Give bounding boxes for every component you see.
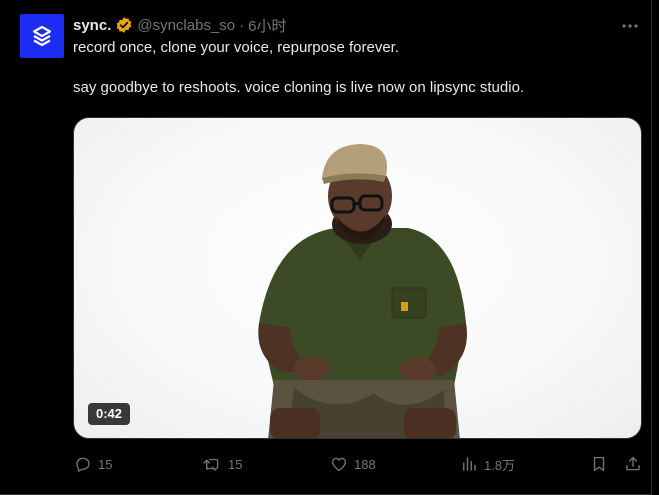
tweet-header: sync. @synclabs_so · 6小时 [73, 15, 286, 35]
author-name[interactable]: sync. [73, 17, 111, 34]
avatar[interactable] [20, 14, 64, 58]
tweet-actions: 15 15 188 1.8万 [74, 452, 644, 476]
views-chart-icon [463, 457, 476, 471]
sync-logo-icon [32, 25, 52, 47]
reply-count: 15 [98, 456, 113, 472]
separator-dot: · [239, 16, 245, 34]
share-icon [626, 456, 640, 471]
tweet-card[interactable]: sync. @synclabs_so · 6小时 record once, cl… [0, 0, 652, 495]
bookmark-icon [593, 456, 605, 472]
tweet-text-line: say goodbye to reshoots. voice cloning i… [73, 79, 525, 96]
tweet-text-line: record once, clone your voice, repurpose… [73, 39, 400, 56]
author-handle[interactable]: @synclabs_so [137, 17, 235, 34]
reply-icon [76, 457, 90, 472]
like-button[interactable]: 188 [330, 452, 376, 476]
repost-button[interactable]: 15 [202, 452, 242, 476]
timestamp[interactable]: 6小时 [248, 15, 286, 36]
views-count: 1.8万 [484, 457, 516, 473]
repost-count: 15 [228, 456, 243, 472]
views-button[interactable]: 1.8万 [460, 452, 515, 476]
like-count: 188 [354, 456, 376, 472]
share-button[interactable] [624, 452, 642, 476]
video-duration-badge: 0:42 [88, 403, 131, 425]
video-player[interactable]: 0:42 [73, 117, 642, 439]
video-thumbnail [258, 144, 467, 438]
verified-badge-icon[interactable] [115, 16, 133, 34]
more-icon [622, 24, 638, 28]
heart-icon [331, 457, 347, 472]
tweet-text: record once, clone your voice, repurpose… [73, 38, 633, 98]
more-options-button[interactable] [616, 14, 644, 38]
reply-button[interactable]: 15 [74, 452, 112, 476]
bookmark-button[interactable] [590, 452, 608, 476]
repost-icon [203, 458, 219, 471]
